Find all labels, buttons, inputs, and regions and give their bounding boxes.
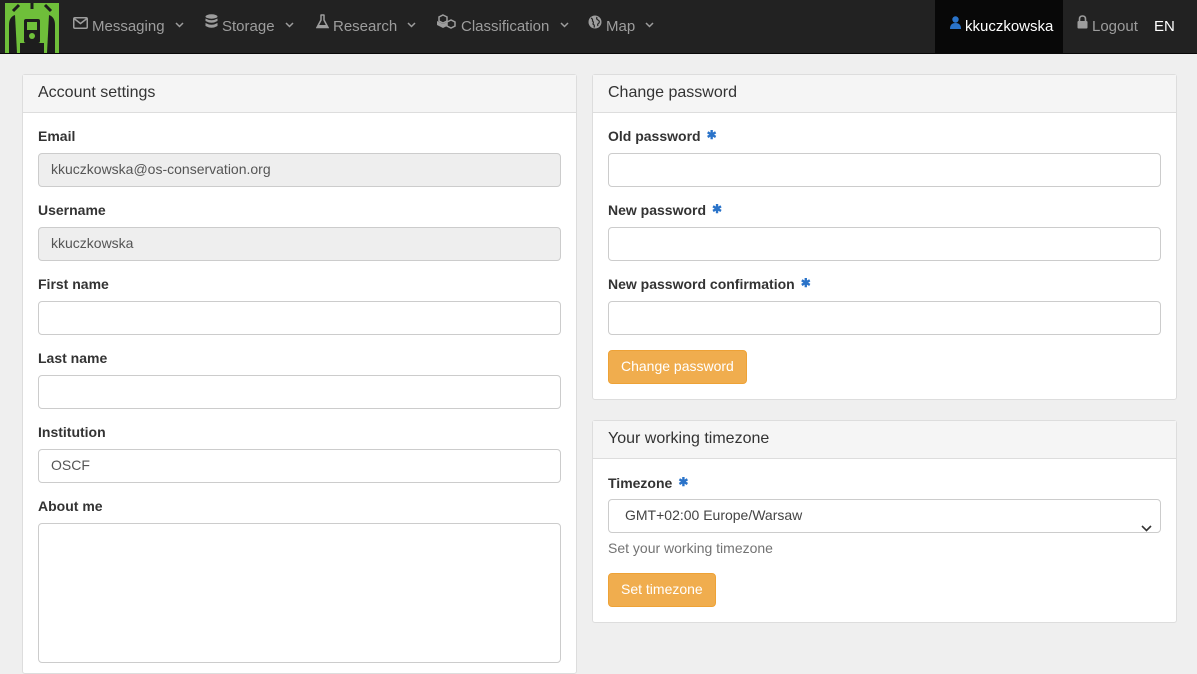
new-password-label: New password ✱	[608, 202, 722, 218]
nav-map-label: Map	[606, 18, 636, 35]
cubes-icon	[437, 0, 457, 52]
top-navbar: Messaging Storage Research Classificatio…	[0, 0, 1197, 54]
chevron-down-icon	[560, 0, 569, 51]
nav-messaging[interactable]: Messaging	[73, 0, 184, 54]
timezone-panel: Your working timezone Timezone ✱ GMT+02:0…	[592, 420, 1177, 623]
envelope-icon	[73, 0, 88, 52]
globe-icon	[588, 0, 602, 52]
flask-icon	[315, 0, 330, 52]
change-password-button[interactable]: Change password	[608, 350, 747, 384]
username-field[interactable]: kkuczkowska	[38, 227, 561, 261]
nav-user-profile[interactable]: kkuczkowska	[935, 0, 1063, 54]
account-settings-panel: Account settings Email kkuczkowska@os-co…	[22, 74, 577, 674]
timezone-selected-value: GMT+02:00 Europe/Warsaw	[625, 507, 803, 523]
account-settings-title: Account settings	[23, 75, 576, 113]
about-me-textarea[interactable]	[38, 523, 561, 663]
change-password-panel: Change password Old password ✱ New passwo…	[592, 74, 1177, 400]
nav-storage-label: Storage	[222, 18, 275, 35]
nav-logout-label: Logout	[1092, 18, 1138, 35]
confirm-password-label: New password confirmation ✱	[608, 276, 811, 292]
user-icon	[950, 0, 961, 52]
chevron-down-icon	[407, 0, 416, 51]
first-name-label: First name	[38, 276, 109, 292]
old-password-label: Old password ✱	[608, 128, 717, 144]
nav-research-label: Research	[333, 18, 398, 35]
change-password-title: Change password	[593, 75, 1176, 113]
required-mark: ✱	[678, 475, 689, 489]
username-label: Username	[38, 202, 106, 218]
nav-map[interactable]: Map	[588, 0, 654, 54]
timezone-select[interactable]: GMT+02:00 Europe/Warsaw	[608, 499, 1161, 533]
chevron-down-icon	[1141, 512, 1152, 543]
old-password-field[interactable]	[608, 153, 1161, 187]
trapper-logo-icon[interactable]	[5, 3, 59, 53]
email-field[interactable]: kkuczkowska@os-conservation.org	[38, 153, 561, 187]
last-name-label: Last name	[38, 350, 108, 366]
chevron-down-icon	[175, 0, 184, 51]
timezone-label-text: Timezone	[608, 475, 673, 491]
confirm-password-label-text: New password confirmation	[608, 276, 795, 292]
confirm-password-field[interactable]	[608, 301, 1161, 335]
email-label: Email	[38, 128, 76, 144]
new-password-field[interactable]	[608, 227, 1161, 261]
nav-logout[interactable]: Logout	[1077, 0, 1138, 54]
required-mark: ✱	[800, 276, 811, 290]
timezone-label: Timezone ✱	[608, 475, 688, 491]
nav-language[interactable]: EN	[1154, 0, 1175, 54]
about-me-label: About me	[38, 498, 103, 514]
old-password-label-text: Old password	[608, 128, 701, 144]
new-password-label-text: New password	[608, 202, 707, 218]
institution-label: Institution	[38, 424, 106, 440]
nav-classification[interactable]: Classification	[437, 0, 569, 54]
required-mark: ✱	[706, 128, 717, 142]
nav-messaging-label: Messaging	[92, 18, 165, 35]
chevron-down-icon	[645, 0, 654, 51]
institution-field[interactable]: OSCF	[38, 449, 561, 483]
timezone-help-text: Set your working timezone	[608, 540, 773, 556]
nav-classification-label: Classification	[461, 18, 550, 35]
chevron-down-icon	[285, 0, 294, 51]
timezone-title: Your working timezone	[593, 421, 1176, 459]
first-name-field[interactable]	[38, 301, 561, 335]
lock-icon	[1077, 0, 1088, 52]
last-name-field[interactable]	[38, 375, 561, 409]
nav-research[interactable]: Research	[315, 0, 416, 54]
nav-storage[interactable]: Storage	[205, 0, 294, 54]
nav-username: kkuczkowska	[965, 18, 1054, 35]
required-mark: ✱	[712, 202, 723, 216]
database-icon	[205, 0, 218, 52]
set-timezone-button[interactable]: Set timezone	[608, 573, 716, 607]
